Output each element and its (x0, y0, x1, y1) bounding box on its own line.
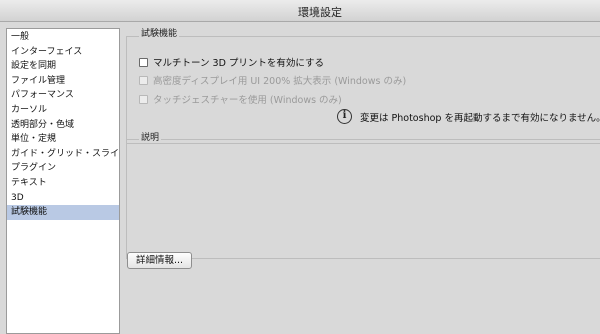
option-hidpi-ui-scaling: 高密度ディスプレイ用 UI 200% 拡大表示 (Windows のみ) (139, 73, 406, 87)
description-group-label: 説明 (139, 130, 162, 143)
option-touch-gestures: タッチジェスチャーを使用 (Windows のみ) (139, 92, 342, 106)
title-bar: 環境設定 (0, 0, 600, 22)
sidebar-item-units-rulers[interactable]: 単位・定規 (7, 132, 119, 147)
experimental-group-label: 試験機能 (139, 26, 180, 39)
hidpi-ui-scaling-checkbox (139, 75, 148, 85)
sidebar-item-cursors[interactable]: カーソル (7, 103, 119, 118)
window-title: 環境設定 (298, 6, 342, 19)
touch-gestures-label: タッチジェスチャーを使用 (Windows のみ) (153, 95, 342, 106)
experimental-group: マルチトーン 3D プリントを有効にする 高密度ディスプレイ用 UI 200% … (126, 36, 600, 144)
sidebar-item-general[interactable]: 一般 (7, 30, 119, 45)
sidebar-item-file-handling[interactable]: ファイル管理 (7, 74, 119, 89)
description-group (126, 139, 600, 259)
sidebar-item-experimental[interactable]: 試験機能 (7, 205, 119, 220)
restart-notice: i 変更は Photoshop を再起動するまで有効になりません。 (337, 109, 600, 124)
option-multitone-3d-print[interactable]: マルチトーン 3D プリントを有効にする (139, 55, 324, 69)
preferences-sidebar: 一般 インターフェイス 設定を同期 ファイル管理 パフォーマンス カーソル 透明… (6, 28, 120, 334)
sidebar-item-performance[interactable]: パフォーマンス (7, 88, 119, 103)
info-circle-icon: i (337, 109, 352, 124)
multitone-3d-print-checkbox[interactable] (139, 57, 148, 67)
touch-gestures-checkbox (139, 94, 148, 104)
more-info-button[interactable]: 詳細情報... (127, 252, 193, 269)
sidebar-item-type[interactable]: テキスト (7, 176, 119, 191)
sidebar-item-sync-settings[interactable]: 設定を同期 (7, 59, 119, 74)
sidebar-item-interface[interactable]: インターフェイス (7, 45, 119, 60)
sidebar-list: 一般 インターフェイス 設定を同期 ファイル管理 パフォーマンス カーソル 透明… (7, 29, 119, 220)
sidebar-item-3d[interactable]: 3D (7, 191, 119, 206)
main-panel: マルチトーン 3D プリントを有効にする 高密度ディスプレイ用 UI 200% … (122, 22, 600, 334)
sidebar-item-transparency-gamut[interactable]: 透明部分・色域 (7, 118, 119, 133)
multitone-3d-print-label: マルチトーン 3D プリントを有効にする (153, 58, 325, 69)
restart-notice-text: 変更は Photoshop を再起動するまで有効になりません。 (360, 112, 600, 124)
sidebar-item-guides-grid-slices[interactable]: ガイド・グリッド・スライス (7, 147, 119, 162)
sidebar-item-plugins[interactable]: プラグイン (7, 161, 119, 176)
hidpi-ui-scaling-label: 高密度ディスプレイ用 UI 200% 拡大表示 (Windows のみ) (153, 76, 407, 87)
